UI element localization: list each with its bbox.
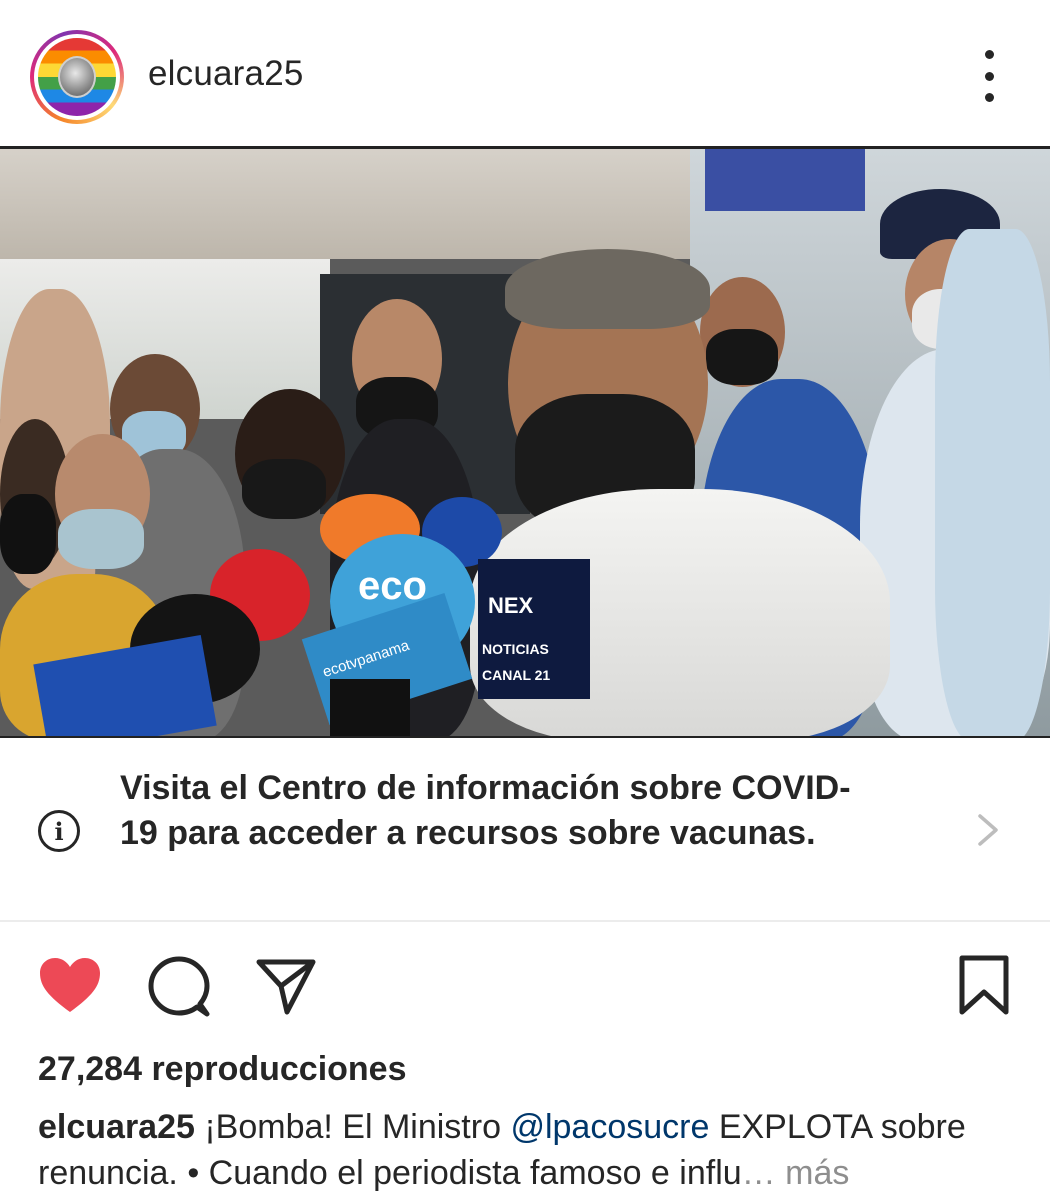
- heart-icon[interactable]: [38, 956, 102, 1014]
- mic-nex: NEX NOTICIAS CANAL 21: [478, 559, 590, 699]
- post-username[interactable]: elcuara25: [148, 54, 304, 94]
- caption-text-before: ¡Bomba! El Ministro: [194, 1108, 511, 1146]
- info-icon: i: [38, 810, 80, 852]
- avatar[interactable]: [38, 38, 116, 116]
- post-header: elcuara25: [0, 0, 1050, 148]
- caption-username[interactable]: elcuara25: [38, 1108, 195, 1146]
- post-caption: elcuara25 ¡Bomba! El Ministro @lpacosucr…: [38, 1104, 1028, 1196]
- more-options-icon[interactable]: [970, 50, 1008, 102]
- mic-ecopanama-label: ecotvpanama: [320, 636, 412, 681]
- share-icon[interactable]: [255, 956, 317, 1018]
- post-video[interactable]: eco ecotvpanama NEX NOTICIAS CANAL 21: [0, 146, 1050, 738]
- caption-mention[interactable]: @lpacosucre: [510, 1108, 709, 1146]
- avatar-seal-image: [58, 56, 96, 98]
- bookmark-icon[interactable]: [958, 954, 1010, 1016]
- caption-ellipsis: …: [741, 1154, 776, 1192]
- comment-icon[interactable]: [148, 956, 210, 1018]
- action-bar: [0, 940, 1050, 1040]
- story-ring[interactable]: [30, 30, 124, 124]
- covid-banner-text: Visita el Centro de información sobre CO…: [120, 769, 851, 852]
- chevron-right-icon: [978, 814, 998, 846]
- caption-more-link[interactable]: más: [776, 1154, 849, 1192]
- views-count: 27,284 reproducciones: [38, 1050, 407, 1088]
